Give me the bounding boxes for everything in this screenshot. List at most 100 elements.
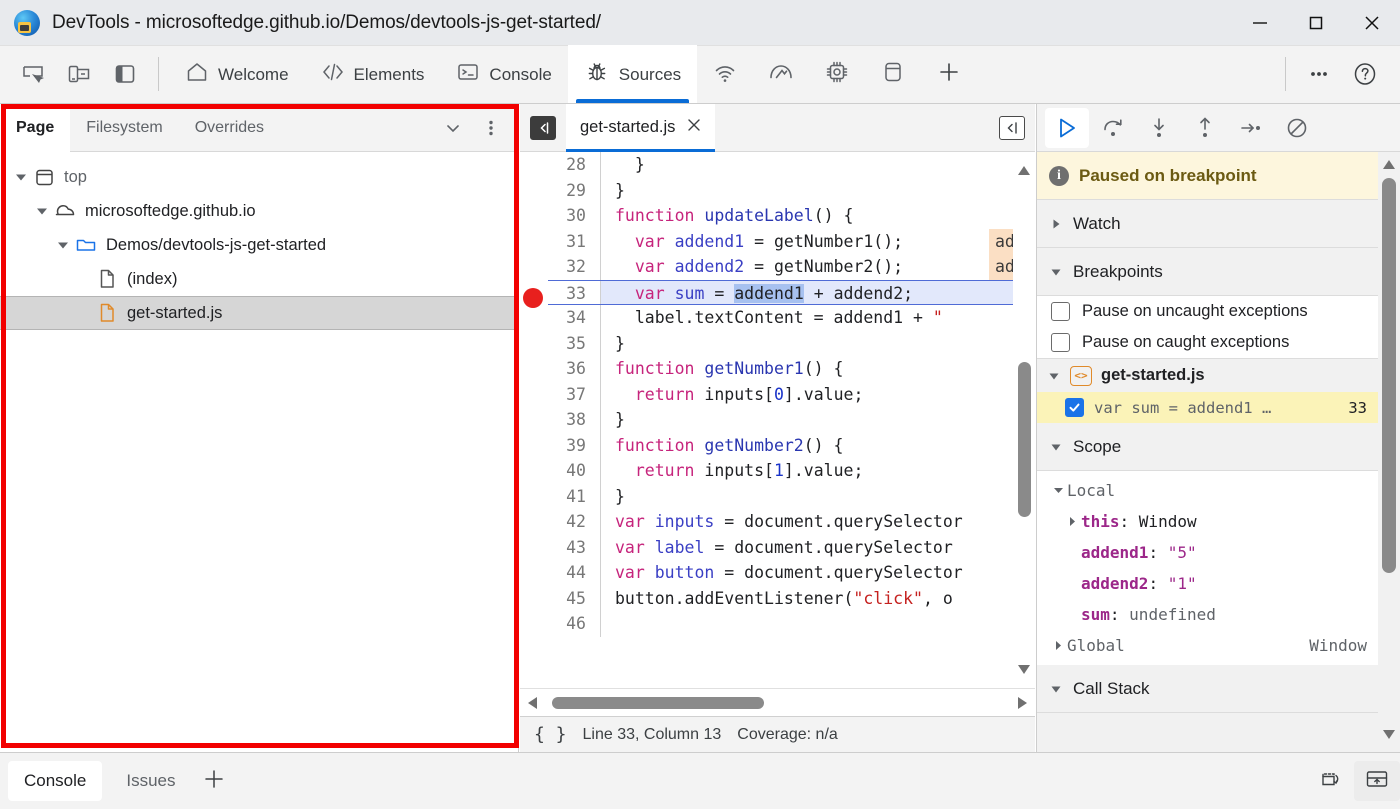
minimize-icon[interactable] xyxy=(1232,0,1288,46)
tab-elements[interactable]: Elements xyxy=(305,45,441,103)
deactivate-breakpoints-button[interactable] xyxy=(1275,108,1319,148)
pause-caught-exceptions-row[interactable]: Pause on caught exceptions xyxy=(1037,327,1379,358)
restore-drawer-button[interactable] xyxy=(1308,761,1354,801)
code-line[interactable]: 29} xyxy=(548,177,1035,203)
scope-entry-sum[interactable]: sum: undefined xyxy=(1037,599,1379,630)
line-content[interactable]: var button = document.querySelector xyxy=(600,560,1035,586)
step-over-button[interactable] xyxy=(1091,108,1135,148)
code-line[interactable]: 28 } xyxy=(548,152,1035,178)
tab-network[interactable] xyxy=(697,45,753,103)
code-line[interactable]: 36 function getNumber1() { xyxy=(548,356,1035,382)
debugger-scroll-up-arrow-icon[interactable] xyxy=(1381,159,1397,177)
navigator-tab-filesystem[interactable]: Filesystem xyxy=(70,104,178,152)
pause-caught-checkbox[interactable] xyxy=(1051,333,1070,352)
line-content[interactable]: } xyxy=(600,483,1035,509)
code-line[interactable]: 39 function getNumber2() { xyxy=(548,432,1035,458)
code-line[interactable]: 37 return inputs[0].value; xyxy=(548,381,1035,407)
editor-horizontal-scrollbar[interactable] xyxy=(520,688,1035,716)
code-line[interactable]: 34 label.textContent = addend1 + " xyxy=(548,305,1035,331)
section-watch[interactable]: Watch xyxy=(1037,200,1379,248)
breakpoint-file-group[interactable]: <> get-started.js xyxy=(1037,358,1379,392)
section-call-stack[interactable]: Call Stack xyxy=(1037,665,1379,713)
dock-side-icon[interactable] xyxy=(102,52,148,96)
help-icon[interactable] xyxy=(1342,52,1388,96)
tab-memory[interactable] xyxy=(809,45,865,103)
hscroll-thumb[interactable] xyxy=(552,696,764,709)
tab-application[interactable] xyxy=(865,45,921,103)
tree-row-get-started-js[interactable]: get-started.js xyxy=(0,296,518,330)
scope-group-global[interactable]: Global Window xyxy=(1037,630,1379,661)
code-line[interactable]: 33 var sum = addend1 + addend2; xyxy=(548,279,1035,305)
tab-sources[interactable]: Sources xyxy=(567,45,698,103)
line-content[interactable]: } xyxy=(600,152,1035,178)
inspect-element-icon[interactable] xyxy=(10,52,56,96)
collapsed-triangle-icon[interactable] xyxy=(1049,640,1067,651)
tree-row-domain[interactable]: microsoftedge.github.io xyxy=(0,194,518,228)
scope-entry-addend1[interactable]: addend1: "5" xyxy=(1037,537,1379,568)
expand-triangle-icon[interactable] xyxy=(52,234,74,256)
step-out-button[interactable] xyxy=(1183,108,1227,148)
tab-performance[interactable] xyxy=(753,45,809,103)
add-tab-button[interactable] xyxy=(921,45,977,103)
code-line[interactable]: 42 var inputs = document.querySelector xyxy=(548,509,1035,535)
drawer-add-tab-button[interactable] xyxy=(192,761,236,801)
tree-row-top[interactable]: top xyxy=(0,160,518,194)
drawer-tab-console[interactable]: Console xyxy=(8,761,103,801)
line-content[interactable]: return inputs[1].value; xyxy=(600,458,1035,484)
collapsed-triangle-icon[interactable] xyxy=(1063,516,1081,527)
collapsed-triangle-icon[interactable] xyxy=(1049,218,1063,230)
debugger-scroll-thumb[interactable] xyxy=(1382,178,1396,573)
scope-entry-addend2[interactable]: addend2: "1" xyxy=(1037,568,1379,599)
jump-to-previous-button[interactable] xyxy=(989,104,1035,152)
scroll-left-arrow-icon[interactable] xyxy=(520,695,546,711)
code-line[interactable]: 30 function updateLabel() { xyxy=(548,203,1035,229)
line-content[interactable]: var addend2 = getNumber2(); add xyxy=(600,254,1035,280)
pause-uncaught-checkbox[interactable] xyxy=(1051,302,1070,321)
step-into-button[interactable] xyxy=(1137,108,1181,148)
drawer-tab-issues[interactable]: Issues xyxy=(110,761,191,801)
expanded-triangle-icon[interactable] xyxy=(1049,441,1063,453)
scroll-up-arrow-icon[interactable] xyxy=(1013,160,1035,182)
tree-row-folder[interactable]: Demos/devtools-js-get-started xyxy=(0,228,518,262)
breakpoint-list-item[interactable]: var sum = addend1 … 33 xyxy=(1037,392,1379,423)
code-line[interactable]: 32 var addend2 = getNumber2(); add xyxy=(548,254,1035,280)
line-content[interactable]: function getNumber2() { xyxy=(600,432,1035,458)
pause-uncaught-exceptions-row[interactable]: Pause on uncaught exceptions xyxy=(1037,296,1379,327)
device-emulation-icon[interactable] xyxy=(56,52,102,96)
pretty-print-icon[interactable]: { } xyxy=(534,724,567,745)
debugger-scroll-down-arrow-icon[interactable] xyxy=(1381,727,1397,745)
close-icon[interactable] xyxy=(685,116,703,139)
scope-entry-this[interactable]: this: Window xyxy=(1037,506,1379,537)
code-line[interactable]: 45 button.addEventListener("click", o xyxy=(548,585,1035,611)
scroll-down-arrow-icon[interactable] xyxy=(1013,658,1035,680)
expand-triangle-icon[interactable] xyxy=(10,166,32,188)
line-content[interactable]: var inputs = document.querySelector xyxy=(600,509,1035,535)
line-content[interactable]: label.textContent = addend1 + " xyxy=(600,305,1035,331)
expanded-triangle-icon[interactable] xyxy=(1049,266,1063,278)
close-drawer-button[interactable] xyxy=(1354,761,1400,801)
code-viewport[interactable]: 28 } 29} 30 function updateLabel() {31 var … xyxy=(520,152,1035,688)
maximize-icon[interactable] xyxy=(1288,0,1344,46)
line-content[interactable]: } xyxy=(600,177,1035,203)
line-content[interactable]: return inputs[0].value; xyxy=(600,381,1035,407)
code-line[interactable]: 40 return inputs[1].value; xyxy=(548,458,1035,484)
line-content[interactable]: var sum = addend1 + addend2; xyxy=(600,280,1035,304)
code-line[interactable]: 41} xyxy=(548,483,1035,509)
scope-group-local[interactable]: Local xyxy=(1037,475,1379,506)
step-button[interactable] xyxy=(1229,108,1273,148)
expanded-triangle-icon[interactable] xyxy=(1049,683,1063,695)
panel-collapse-button[interactable] xyxy=(520,104,566,152)
line-content[interactable]: function updateLabel() { xyxy=(600,203,1035,229)
more-options-icon[interactable] xyxy=(1296,52,1342,96)
line-content[interactable]: var label = document.querySelector xyxy=(600,534,1035,560)
editor-vertical-scrollbar[interactable] xyxy=(1013,152,1035,688)
code-line[interactable]: 43 var label = document.querySelector xyxy=(548,534,1035,560)
expanded-triangle-icon[interactable] xyxy=(1049,485,1067,496)
breakpoint-enabled-checkbox[interactable] xyxy=(1065,398,1084,417)
code-line[interactable]: 31 var addend1 = getNumber1(); add xyxy=(548,228,1035,254)
breakpoint-gutter[interactable] xyxy=(520,152,548,688)
navigator-tab-page[interactable]: Page xyxy=(0,103,71,152)
line-content[interactable]: button.addEventListener("click", o xyxy=(600,585,1035,611)
debugger-scrollbar[interactable] xyxy=(1378,152,1400,752)
line-content[interactable]: } xyxy=(600,407,1035,433)
